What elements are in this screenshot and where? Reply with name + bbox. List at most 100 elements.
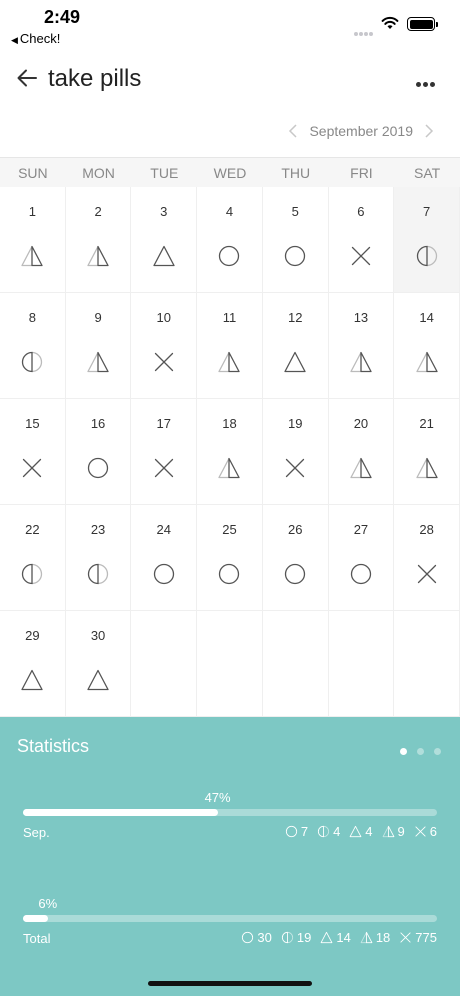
calendar-day-cell[interactable]: 3 (131, 187, 198, 293)
day-number: 27 (353, 522, 369, 537)
page-dot[interactable] (400, 748, 407, 755)
calendar-day-cell[interactable]: 11 (197, 293, 263, 399)
day-number: 30 (90, 628, 106, 643)
calendar-day-cell[interactable]: 21 (394, 399, 460, 505)
cross-icon (349, 244, 373, 268)
half-triangle-icon (217, 456, 241, 480)
next-month-button[interactable] (422, 118, 436, 144)
count-value: 4 (333, 824, 341, 839)
weekday-label: MON (82, 165, 115, 181)
count-item: 4 (317, 824, 340, 839)
calendar-day-cell[interactable]: 19 (262, 399, 329, 505)
calendar-day-cell[interactable]: 18 (197, 399, 263, 505)
day-number: 2 (94, 204, 102, 219)
count-value: 9 (397, 824, 405, 839)
progress-fill (23, 915, 48, 922)
calendar-day-cell[interactable]: 16 (65, 399, 132, 505)
back-app-label: Check! (19, 31, 61, 46)
calendar-day-cell[interactable]: 23 (65, 505, 132, 611)
page-dot[interactable] (434, 748, 441, 755)
day-number: 9 (94, 310, 102, 325)
calendar-day-cell[interactable]: 24 (131, 505, 198, 611)
calendar-day-cell[interactable]: 8 (0, 293, 66, 399)
day-number: 20 (353, 416, 369, 431)
calendar-day-cell[interactable]: 9 (65, 293, 132, 399)
circle-icon (241, 931, 254, 944)
calendar-day-cell[interactable]: 7 (394, 187, 460, 293)
count-item: 7 (285, 824, 308, 839)
calendar-day-cell[interactable]: 13 (328, 293, 395, 399)
count-item: 9 (382, 824, 405, 839)
circle-icon (349, 562, 373, 586)
count-value: 18 (375, 930, 391, 945)
calendar-day-cell[interactable]: 1 (0, 187, 66, 293)
day-number: 29 (25, 628, 40, 643)
calendar-day-cell[interactable]: 4 (197, 187, 263, 293)
half-circle-icon (281, 931, 294, 944)
status-bar: 2:49 ◀ Check! (0, 0, 460, 50)
triangle-icon (20, 668, 44, 692)
half-circle-icon (317, 825, 330, 838)
calendar-day-cell[interactable]: 20 (328, 399, 395, 505)
calendar-day-cell[interactable]: 17 (131, 399, 198, 505)
day-number: 23 (90, 522, 106, 537)
month-navigation: September 2019 (286, 118, 436, 144)
cross-icon (152, 350, 176, 374)
page-dot[interactable] (417, 748, 424, 755)
day-number: 16 (90, 416, 106, 431)
calendar-day-cell[interactable]: 6 (328, 187, 395, 293)
calendar-day-cell (262, 611, 329, 717)
day-number: 15 (25, 416, 40, 431)
circle-icon (217, 244, 241, 268)
count-value: 7 (300, 824, 309, 839)
day-number: 24 (156, 522, 172, 537)
calendar-day-cell[interactable]: 10 (131, 293, 198, 399)
half-circle-icon (86, 562, 110, 586)
calendar-grid: 1 2 3 4 5 6 7 8 9 10 11 12 13 14 15 16 17 18 19 20 21 22 23 24 2… (0, 187, 460, 717)
back-triangle-icon: ◀ (11, 35, 18, 45)
calendar-day-cell[interactable]: 2 (65, 187, 132, 293)
half-triangle-icon (86, 244, 110, 268)
calendar-day-cell[interactable]: 30 (65, 611, 132, 717)
weekday-label: SAT (414, 165, 441, 181)
count-item: 18 (360, 930, 390, 945)
status-time: 2:49 (44, 7, 81, 27)
calendar-day-cell[interactable]: 22 (0, 505, 66, 611)
half-triangle-icon (86, 350, 110, 374)
stat-counts: 7 4 4 9 6 (276, 824, 437, 839)
calendar-day-cell[interactable]: 14 (394, 293, 460, 399)
cross-icon (20, 456, 44, 480)
more-options-icon[interactable] (416, 74, 438, 87)
weekday-label: SUN (18, 165, 48, 181)
day-number: 7 (423, 204, 431, 219)
home-indicator (148, 981, 312, 986)
triangle-icon (283, 350, 307, 374)
calendar-day-cell[interactable]: 27 (328, 505, 395, 611)
triangle-icon (86, 668, 110, 692)
calendar-day-cell[interactable]: 28 (394, 505, 460, 611)
chevron-left-icon (289, 124, 297, 138)
page-indicator (390, 742, 441, 760)
back-arrow-icon[interactable] (14, 65, 40, 91)
day-number: 8 (28, 310, 36, 325)
calendar-day-cell[interactable]: 26 (262, 505, 329, 611)
triangle-icon (349, 825, 362, 838)
day-number: 18 (222, 416, 237, 431)
circle-icon (217, 562, 241, 586)
calendar-day-cell[interactable]: 15 (0, 399, 66, 505)
half-triangle-icon (415, 350, 439, 374)
circle-icon (285, 825, 298, 838)
calendar-day-cell[interactable]: 12 (262, 293, 329, 399)
half-circle-icon (20, 350, 44, 374)
back-to-app-link[interactable]: ◀ Check! (11, 31, 60, 46)
calendar-day-cell[interactable]: 25 (197, 505, 263, 611)
day-number: 25 (222, 522, 237, 537)
calendar-day-cell[interactable]: 5 (262, 187, 329, 293)
day-number: 19 (287, 416, 303, 431)
calendar-day-cell (328, 611, 395, 717)
count-value: 4 (365, 824, 373, 839)
count-item: 6 (414, 824, 437, 839)
calendar-day-cell[interactable]: 29 (0, 611, 66, 717)
triangle-icon (320, 931, 333, 944)
previous-month-button[interactable] (286, 118, 300, 144)
